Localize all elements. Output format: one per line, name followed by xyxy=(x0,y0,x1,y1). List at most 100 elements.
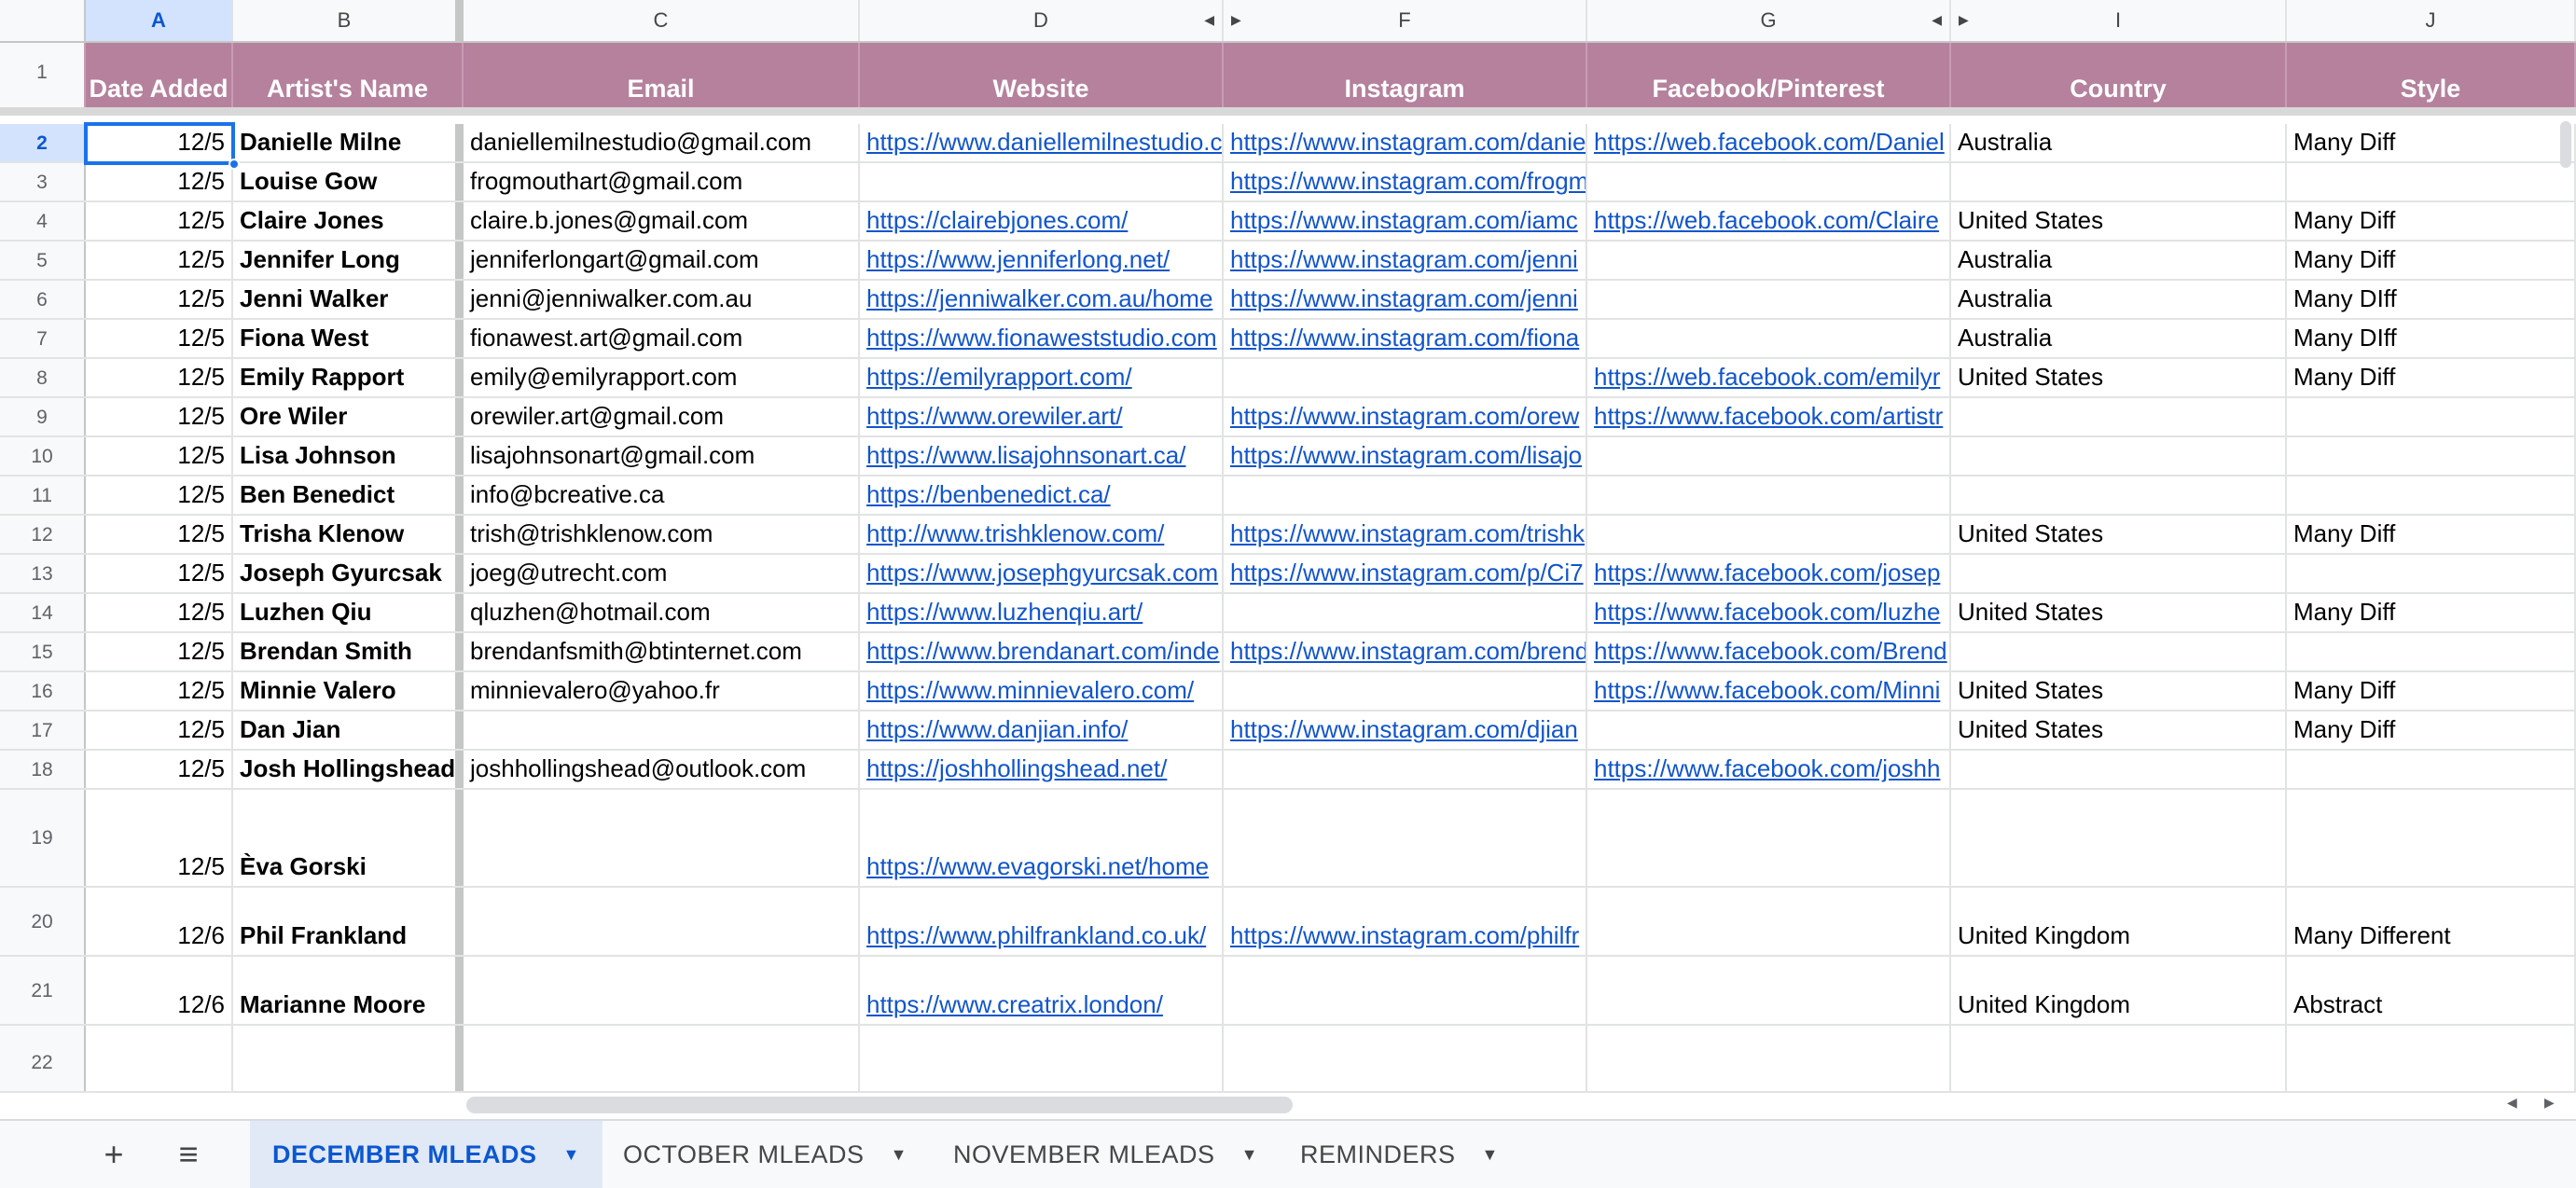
cell-artist-name[interactable]: Fiona West xyxy=(233,320,464,357)
column-header-d[interactable]: D ◀ xyxy=(860,0,1224,41)
row-number[interactable]: 4 xyxy=(0,202,86,240)
header-date-added[interactable]: Date Added xyxy=(86,43,233,107)
cell-style[interactable] xyxy=(2287,437,2576,475)
cell-style[interactable]: Many DIff xyxy=(2287,320,2576,357)
cell-facebook[interactable] xyxy=(1587,957,1951,1024)
cell-country[interactable]: United Kingdom xyxy=(1951,957,2287,1024)
row-number[interactable]: 5 xyxy=(0,242,86,279)
cell-website[interactable]: https://jenniwalker.com.au/home xyxy=(860,281,1224,318)
row-number[interactable]: 11 xyxy=(0,477,86,514)
header-artist-name[interactable]: Artist's Name xyxy=(233,43,464,107)
row-number[interactable]: 10 xyxy=(0,437,86,475)
cell-artist-name[interactable]: Phil Frankland xyxy=(233,888,464,955)
cell-country[interactable]: Australia xyxy=(1951,320,2287,357)
row-number[interactable]: 15 xyxy=(0,633,86,670)
tab-reminders[interactable]: REMINDERS ▼ xyxy=(1278,1121,1521,1188)
cell-facebook[interactable] xyxy=(1587,437,1951,475)
cell-email[interactable]: qluzhen@hotmail.com xyxy=(464,594,860,631)
cell-artist-name[interactable]: Luzhen Qiu xyxy=(233,594,464,631)
cell-date-added[interactable]: 12/5 xyxy=(86,516,233,553)
select-all-corner[interactable] xyxy=(0,0,86,41)
cell-website[interactable]: https://www.daniellemilnestudio.c xyxy=(860,124,1224,161)
cell-instagram[interactable]: https://www.instagram.com/fiona xyxy=(1224,320,1587,357)
cell-facebook[interactable]: https://www.facebook.com/Brend xyxy=(1587,633,1951,670)
cell-email[interactable] xyxy=(464,790,860,886)
cell-facebook[interactable]: https://web.facebook.com/emilyr xyxy=(1587,359,1951,396)
cell-facebook[interactable] xyxy=(1587,163,1951,200)
cell-facebook[interactable] xyxy=(1587,1026,1951,1098)
cell-instagram[interactable]: https://www.instagram.com/p/Ci7 xyxy=(1224,555,1587,592)
cell-instagram[interactable] xyxy=(1224,594,1587,631)
cell-style[interactable]: Many DIff xyxy=(2287,281,2576,318)
expand-right-icon[interactable]: ▶ xyxy=(1231,13,1241,26)
cell-artist-name[interactable]: Danielle Milne xyxy=(233,124,464,161)
cell-artist-name[interactable]: Marianne Moore xyxy=(233,957,464,1024)
column-header-g[interactable]: G ◀ xyxy=(1587,0,1951,41)
cell-date-added[interactable]: 12/5 xyxy=(86,437,233,475)
row-number[interactable]: 7 xyxy=(0,320,86,357)
cell-website[interactable]: https://www.jenniferlong.net/ xyxy=(860,242,1224,279)
cell-country[interactable]: Australia xyxy=(1951,281,2287,318)
cell-date-added[interactable]: 12/5 xyxy=(86,477,233,514)
cell-artist-name[interactable]: Joseph Gyurcsak xyxy=(233,555,464,592)
cell-country[interactable]: United States xyxy=(1951,711,2287,749)
cell-style[interactable]: Many Diff xyxy=(2287,124,2576,161)
cell-website[interactable]: https://emilyrapport.com/ xyxy=(860,359,1224,396)
cell-artist-name[interactable]: Louise Gow xyxy=(233,163,464,200)
cell-email[interactable]: info@bcreative.ca xyxy=(464,477,860,514)
cell-style[interactable] xyxy=(2287,751,2576,788)
cell-country[interactable]: United Kingdom xyxy=(1951,888,2287,955)
cell-date-added[interactable]: 12/5 xyxy=(86,594,233,631)
cell-country[interactable] xyxy=(1951,790,2287,886)
cell-facebook[interactable] xyxy=(1587,477,1951,514)
cell-date-added[interactable]: 12/5 xyxy=(86,242,233,279)
cell-email[interactable]: jenni@jenniwalker.com.au xyxy=(464,281,860,318)
cell-style[interactable] xyxy=(2287,555,2576,592)
header-instagram[interactable]: Instagram xyxy=(1224,43,1587,107)
cell-style[interactable]: Abstract xyxy=(2287,957,2576,1024)
cell-email[interactable]: joshhollingshead@outlook.com xyxy=(464,751,860,788)
cell-website[interactable]: https://www.luzhenqiu.art/ xyxy=(860,594,1224,631)
cell-style[interactable] xyxy=(2287,163,2576,200)
scroll-left-icon[interactable]: ◀ xyxy=(2507,1095,2517,1111)
vertical-scrollbar-thumb[interactable] xyxy=(2560,121,2571,168)
cell-email[interactable]: brendanfsmith@btinternet.com xyxy=(464,633,860,670)
cell-date-added[interactable]: 12/5 xyxy=(86,202,233,240)
caret-down-icon[interactable]: ▼ xyxy=(1482,1145,1499,1165)
row-number[interactable]: 8 xyxy=(0,359,86,396)
cell-date-added[interactable]: 12/5 xyxy=(86,672,233,710)
cell-instagram[interactable]: https://www.instagram.com/orew xyxy=(1224,398,1587,435)
cell-date-added[interactable]: 12/6 xyxy=(86,888,233,955)
column-header-i[interactable]: ▶ I xyxy=(1951,0,2287,41)
row-number[interactable]: 2 xyxy=(0,124,86,161)
row-number[interactable]: 16 xyxy=(0,672,86,710)
row-number[interactable]: 12 xyxy=(0,516,86,553)
cell-artist-name[interactable]: Ben Benedict xyxy=(233,477,464,514)
caret-down-icon[interactable]: ▼ xyxy=(1241,1145,1258,1165)
header-website[interactable]: Website xyxy=(860,43,1224,107)
row-number[interactable]: 9 xyxy=(0,398,86,435)
tab-october-mleads[interactable]: OCTOBER MLEADS ▼ xyxy=(601,1121,930,1188)
row-number[interactable]: 17 xyxy=(0,711,86,749)
cell-instagram[interactable]: https://www.instagram.com/iamc xyxy=(1224,202,1587,240)
caret-down-icon[interactable]: ▼ xyxy=(563,1145,580,1165)
column-header-b[interactable]: B xyxy=(233,0,464,41)
cell-style[interactable]: Many Diff xyxy=(2287,242,2576,279)
cell-artist-name[interactable]: Josh Hollingshead xyxy=(233,751,464,788)
row-number[interactable]: 14 xyxy=(0,594,86,631)
horizontal-scrollbar-thumb[interactable] xyxy=(466,1097,1293,1113)
cell-style[interactable]: Many Diff xyxy=(2287,594,2576,631)
cell-instagram[interactable]: https://www.instagram.com/danie xyxy=(1224,124,1587,161)
cell-date-added[interactable]: 12/5 xyxy=(86,711,233,749)
column-header-c[interactable]: C xyxy=(464,0,860,41)
cell-style[interactable] xyxy=(2287,633,2576,670)
cell-date-added[interactable]: 12/5 xyxy=(86,163,233,200)
cell-date-added[interactable]: 12/5 xyxy=(86,320,233,357)
cell-facebook[interactable]: https://web.facebook.com/Daniel xyxy=(1587,124,1951,161)
cell-country[interactable] xyxy=(1951,1026,2287,1098)
cell-facebook[interactable]: https://www.facebook.com/Minni xyxy=(1587,672,1951,710)
cell-style[interactable]: Many Diff xyxy=(2287,711,2576,749)
cell-country[interactable] xyxy=(1951,437,2287,475)
cell-instagram[interactable] xyxy=(1224,751,1587,788)
cell-instagram[interactable] xyxy=(1224,477,1587,514)
